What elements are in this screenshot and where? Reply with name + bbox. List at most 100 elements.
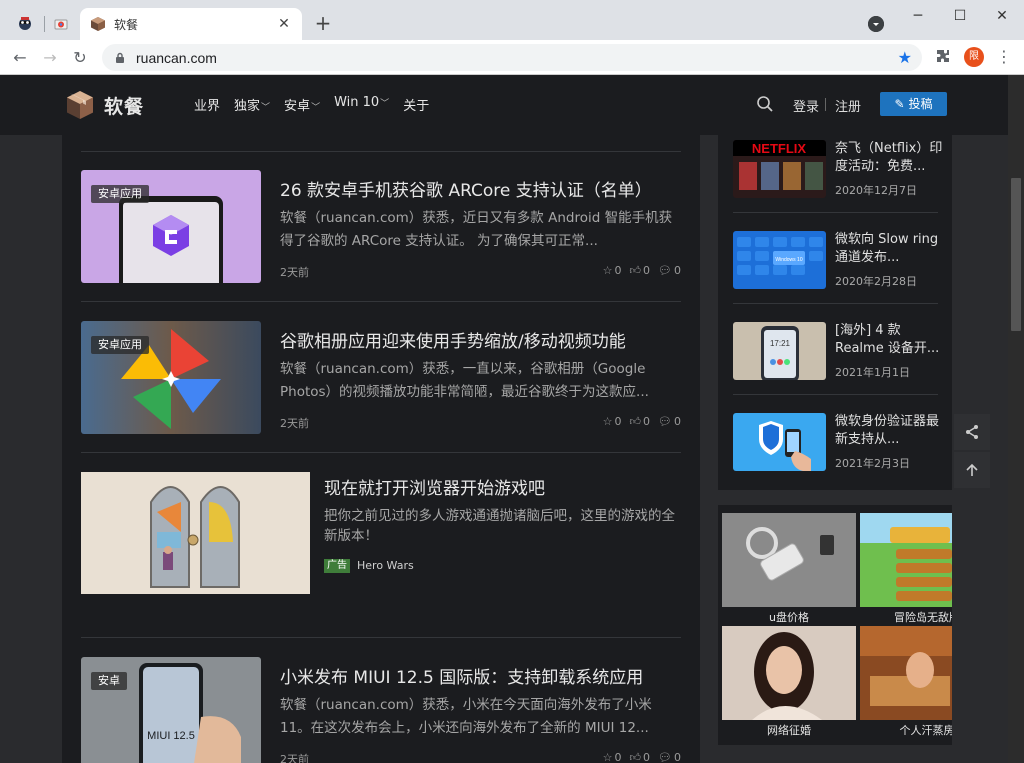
post-thumbnail[interactable]: 安卓应用: [81, 170, 261, 283]
post-thumbnail[interactable]: MIUI 12.5 安卓: [81, 657, 261, 763]
post-thumbnail[interactable]: 安卓应用: [81, 321, 261, 434]
tab-search-icon[interactable]: [868, 16, 884, 32]
bookmark-star-icon[interactable]: ★: [898, 48, 912, 67]
post-title[interactable]: 小米发布 MIUI 12.5 国际版：支持卸载系统应用: [280, 663, 643, 688]
minimize-icon[interactable]: ─: [906, 6, 930, 26]
address-bar[interactable]: ruancan.com ★: [102, 44, 922, 71]
ad-thumbnail[interactable]: [81, 472, 310, 594]
ad-badge: 广告: [324, 559, 350, 573]
category-tag[interactable]: 安卓应用: [91, 185, 149, 203]
category-tag[interactable]: 安卓应用: [91, 336, 149, 354]
comment-stat[interactable]: 💬︎ 0: [658, 415, 681, 428]
sidebar-article-title[interactable]: 微软身份验证器最新支持从...: [835, 413, 943, 449]
pinned-tab-1[interactable]: [10, 8, 40, 38]
favorite-stat[interactable]: ☆ 0: [603, 415, 622, 428]
pinned-tab-2[interactable]: [46, 8, 76, 38]
sidebar-divider: [733, 303, 938, 304]
ad-grid-item[interactable]: u盘价格: [722, 513, 856, 625]
sidebar-article[interactable]: 17:21 [海外] 4 款 Realme 设备开... 2021年1月1日: [733, 322, 943, 382]
post-excerpt: 软餐（ruancan.com）获悉，近日又有多款 Android 智能手机获得了…: [280, 210, 673, 249]
ruancan-favicon-icon: [91, 17, 105, 31]
forward-arrow-icon[interactable]: →: [38, 46, 62, 70]
spy-avatar-icon: [19, 17, 31, 30]
nav-item-android[interactable]: 安卓﹀: [284, 95, 320, 114]
share-button[interactable]: [954, 414, 990, 450]
sidebar-article-title[interactable]: 微软向 Slow ring 通道发布...: [835, 231, 943, 267]
comment-icon: 💬︎: [658, 264, 672, 277]
sidebar-article[interactable]: Windows 10 微软向 Slow ring 通道发布... 2020年2月…: [733, 231, 943, 291]
browser-toolbar: ← → ↻ ruancan.com ★ 限 ⋮: [0, 40, 1024, 75]
maximize-icon[interactable]: ☐: [948, 6, 972, 26]
sidebar-article-date: 2020年12月7日: [835, 184, 917, 197]
sidebar-article[interactable]: NETFLIX 奈飞（Netflix）印度活动：免费... 2020年12月7日: [733, 140, 943, 200]
sponsored-item[interactable]: 现在就打开浏览器开始游戏吧 把你之前见过的多人游戏通通抛诸脑后吧，这里的游戏的全…: [81, 472, 681, 594]
comment-stat[interactable]: 💬︎ 0: [658, 751, 681, 763]
sidebar-thumbnail[interactable]: Windows 10: [733, 231, 826, 289]
ad-sponsor[interactable]: Hero Wars: [357, 559, 414, 573]
ad-grid-label[interactable]: 个人汗蒸房: [860, 722, 953, 738]
ad-title[interactable]: 现在就打开浏览器开始游戏吧: [324, 474, 545, 499]
ad-grid-item[interactable]: 冒险岛无敌版: [860, 513, 952, 625]
sidebar-article[interactable]: 微软身份验证器最新支持从... 2021年2月3日: [733, 413, 943, 473]
post-title[interactable]: 谷歌相册应用迎来使用手势缩放/移动视频功能: [280, 327, 626, 352]
sidebar-article-title[interactable]: 奈飞（Netflix）印度活动：免费...: [835, 140, 943, 176]
scrollbar-thumb[interactable]: [1011, 178, 1021, 331]
back-arrow-icon[interactable]: ←: [8, 46, 32, 70]
post-excerpt: 软餐（ruancan.com）获悉，一直以来，谷歌相册（Google Photo…: [280, 361, 649, 400]
ad-grid-item[interactable]: 网络征婚: [722, 626, 856, 738]
tab-strip: 软餐 ✕ + ─ ☐ ✕: [0, 0, 1024, 40]
ad-grid-item[interactable]: 个人汗蒸房: [860, 626, 953, 738]
sidebar-thumbnail[interactable]: 17:21: [733, 322, 826, 380]
list-item[interactable]: MIUI 12.5 安卓 小米发布 MIUI 12.5 国际版：支持卸载系统应用…: [81, 657, 681, 763]
extensions-puzzle-icon[interactable]: [934, 48, 952, 66]
nav-item-win10[interactable]: Win 10﹀: [334, 95, 389, 114]
comment-stat[interactable]: 💬︎ 0: [658, 264, 681, 277]
list-item[interactable]: 安卓应用 26 款安卓手机获谷歌 ARCore 支持认证（名单） 软餐（ruan…: [81, 170, 681, 283]
new-tab-button[interactable]: +: [312, 12, 334, 34]
register-link[interactable]: 注册: [835, 96, 861, 115]
profile-avatar[interactable]: 限: [964, 47, 984, 67]
ad-grid-label[interactable]: 网络征婚: [722, 722, 856, 738]
like-stat[interactable]: 👍︎ 0: [630, 751, 651, 763]
sidebar-article-title[interactable]: [海外] 4 款 Realme 设备开...: [835, 322, 943, 358]
favorite-stat[interactable]: ☆ 0: [603, 264, 622, 277]
reload-icon[interactable]: ↻: [68, 46, 92, 70]
ad-grid-image[interactable]: [860, 626, 952, 720]
ad-grid-image[interactable]: [722, 513, 856, 607]
like-stat[interactable]: 👍︎ 0: [630, 415, 651, 428]
tab-close-icon[interactable]: ✕: [276, 16, 292, 32]
nav-item-industry[interactable]: 业界: [194, 95, 220, 114]
like-stat[interactable]: 👍︎ 0: [630, 264, 651, 277]
ad-grid-image[interactable]: [860, 513, 952, 607]
star-outline-icon: ☆: [602, 415, 613, 428]
sidebar-thumbnail[interactable]: NETFLIX: [733, 140, 826, 198]
list-divider: [81, 151, 681, 152]
login-link[interactable]: 登录: [793, 96, 819, 115]
ad-description: 把你之前见过的多人游戏通通抛诸脑后吧，这里的游戏的全新版本！: [324, 508, 675, 544]
tab-separator: [44, 16, 45, 32]
submit-article-button[interactable]: ✎ 投稿: [880, 92, 947, 116]
list-item[interactable]: 安卓应用 谷歌相册应用迎来使用手势缩放/移动视频功能 软餐（ruancan.co…: [81, 321, 681, 434]
search-icon[interactable]: [756, 95, 774, 113]
nav-item-about[interactable]: 关于: [403, 95, 429, 114]
back-to-top-button[interactable]: [954, 452, 990, 488]
edit-icon: ✎: [894, 97, 905, 111]
miui-text: MIUI 12.5: [147, 730, 195, 742]
ad-grid-label[interactable]: 冒险岛无敌版: [860, 609, 952, 625]
ad-grid-label[interactable]: u盘价格: [722, 609, 856, 625]
category-tag[interactable]: 安卓: [91, 672, 127, 690]
sidebar-thumbnail[interactable]: [733, 413, 826, 471]
sidebar-article-date: 2021年2月3日: [835, 457, 910, 470]
close-window-icon[interactable]: ✕: [990, 6, 1014, 26]
site-logo[interactable]: 软餐: [64, 89, 144, 121]
favorite-stat[interactable]: ☆ 0: [603, 751, 622, 763]
post-title[interactable]: 26 款安卓手机获谷歌 ARCore 支持认证（名单）: [280, 176, 652, 201]
post-time: 2天前: [280, 417, 309, 430]
page-scrollbar[interactable]: [1008, 75, 1024, 763]
tab-ruancan[interactable]: 软餐 ✕: [80, 8, 302, 40]
nav-item-exclusive[interactable]: 独家﹀: [234, 95, 270, 114]
browser-menu-icon[interactable]: ⋮: [996, 46, 1012, 68]
comment-icon: 💬︎: [658, 415, 672, 428]
sidebar-divider: [733, 212, 938, 213]
ad-grid-image[interactable]: [722, 626, 856, 720]
